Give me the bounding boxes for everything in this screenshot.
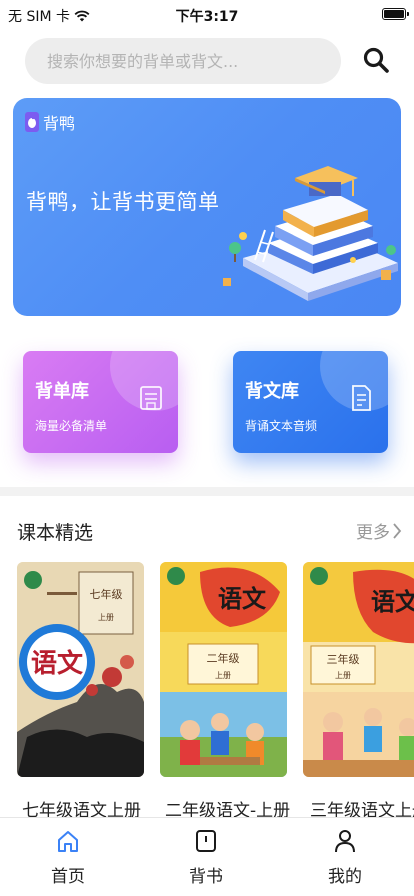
book-grade-label: 七年级 [90,587,123,601]
person-icon [335,830,355,853]
banner-headline: 背鸭，让背书更简单 [26,190,220,214]
book-volume-label: 上册 [215,671,231,680]
book-cover-title: 语文 [218,584,267,613]
textbook-cover-grade2[interactable]: 语文 二年级 上册 [160,562,287,777]
section-divider [0,487,414,496]
battery-icon [382,8,409,20]
text-library-subtitle: 背诵文本音频 [245,419,318,433]
more-link[interactable]: 更多 [356,518,402,543]
tab-mine[interactable]: 我的 [295,828,395,887]
text-library-title: 背文库 [245,381,299,402]
section-title: 课本精选 [17,522,94,544]
notebook-icon [140,386,162,410]
book-cover-art: 语文 二年级 上册 [160,562,287,777]
book-volume-label: 上册 [98,613,114,622]
search-input[interactable] [25,38,341,84]
search-icon[interactable] [362,46,390,74]
home-icon [58,831,78,852]
book-volume-label: 上册 [335,671,351,680]
book-cover-title: 语文 [31,648,84,679]
book-cover-art: 七年级 上册 语文 [17,562,144,777]
promo-banner[interactable]: 背鸭 背鸭，让背书更简单 [13,98,401,316]
tab-mine-label: 我的 [328,867,362,887]
status-bar: 无 SIM 卡 下午3:17 [0,0,414,30]
document-icon [352,385,371,411]
book-grade-label: 三年级 [327,652,360,666]
banner-logo-text: 背鸭 [43,114,76,133]
book-icon [196,830,216,852]
banner-logo: 背鸭 [25,110,75,134]
chevron-right-icon [393,522,402,539]
tab-home-label: 首页 [51,867,85,887]
bottom-tab-bar: 首页 背书 我的 [0,817,414,896]
textbook-cover-grade3[interactable]: 语文 三年级 上册 [303,562,414,777]
tab-home[interactable]: 首页 [18,828,118,887]
graduation-books-illustration [223,166,398,301]
search-bar[interactable] [25,38,341,84]
textbook-cover-grade7[interactable]: 七年级 上册 语文 [17,562,144,777]
vocab-library-title: 背单库 [35,381,89,402]
book-grade-label: 二年级 [207,651,240,665]
book-cover-art: 语文 三年级 上册 [303,562,414,777]
status-time: 下午3:17 [175,9,239,25]
book-cover-title: 语文 [371,587,414,616]
more-label: 更多 [356,523,390,543]
vocab-library-subtitle: 海量必备清单 [35,419,108,433]
tab-recite-label: 背书 [189,867,223,887]
tab-recite[interactable]: 背书 [156,828,256,887]
vocab-library-card[interactable]: 背单库 海量必备清单 [23,351,178,453]
text-library-card[interactable]: 背文库 背诵文本音频 [233,351,388,453]
duck-logo-icon [25,112,39,132]
